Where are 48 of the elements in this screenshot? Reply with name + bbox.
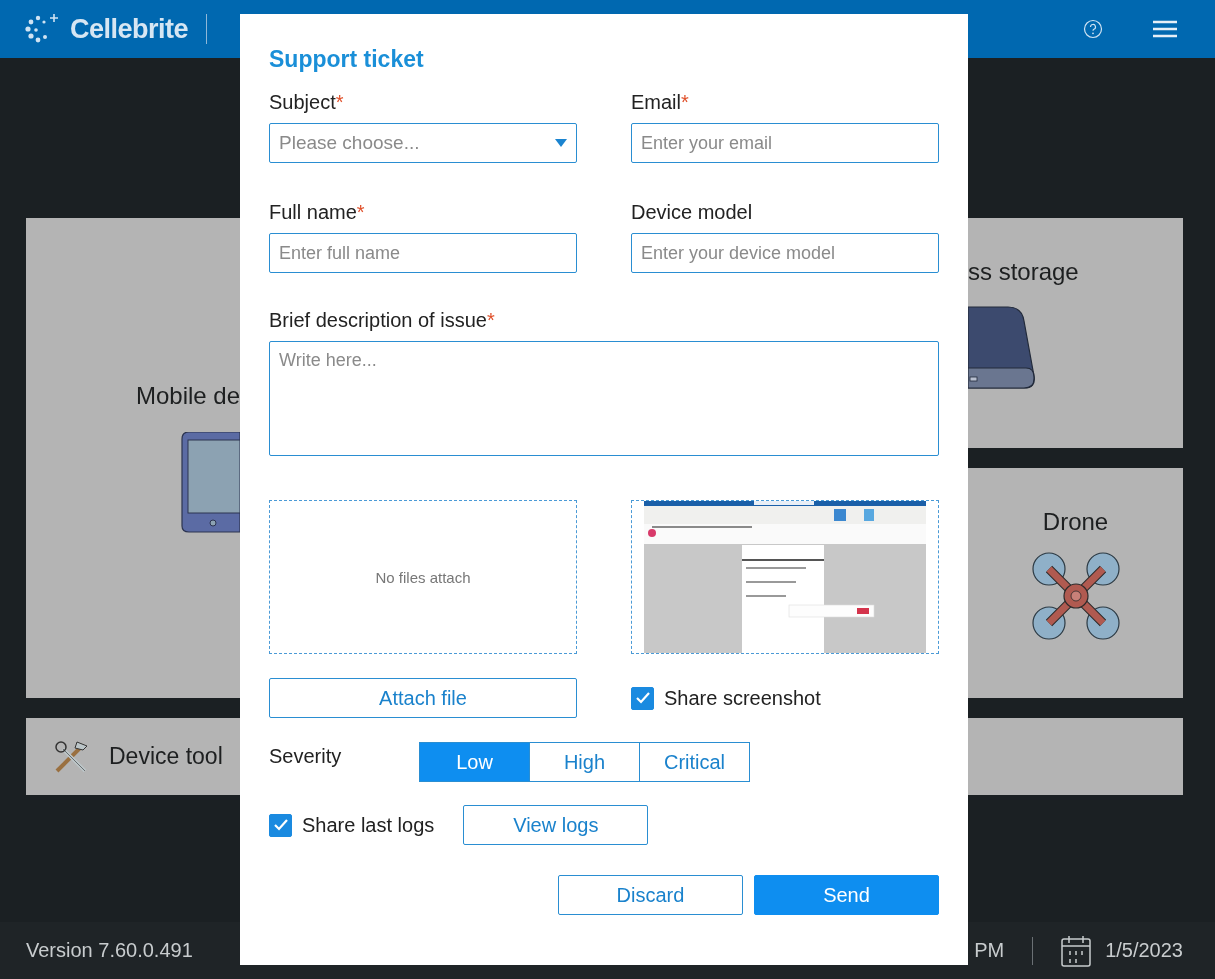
dialog-button[interactable]: Send [754,875,939,915]
menu-icon[interactable] [1153,20,1177,38]
drone-icon [1031,552,1120,640]
severity-option[interactable]: Critical [639,742,750,782]
dialog-title: Support ticket [269,46,425,74]
calendar-icon [1061,934,1092,967]
logo-icon [24,13,60,45]
severity-label: Severity [269,744,343,768]
time-label: PM [974,939,1005,962]
file-drop-zone[interactable]: No files attach [269,500,577,654]
severity-option[interactable]: High [529,742,640,782]
card-title: Mobile de [135,382,240,410]
card-title: Drone [1042,508,1109,536]
checkbox-label: Share last logs [302,813,435,837]
version-label: Version 7.60.0.491 [26,939,193,962]
device-card[interactable]: ss storage [968,218,1183,448]
dropdown-caret-icon [555,139,567,147]
field-label: Full name* [269,200,366,224]
field-label: Subject* [269,90,345,114]
device-card[interactable]: Drone [968,468,1183,698]
storage-drive-icon [968,306,1036,390]
severity-option[interactable]: Low [419,742,530,782]
tablet-icon [181,432,240,533]
card-title: ss storage [968,258,1079,286]
view-logs-button[interactable]: View logs [463,805,649,845]
date-label: 1/5/2023 [1105,939,1183,962]
brand-name: Cellebrite [70,13,189,45]
field-label: Email* [631,90,690,114]
device-card[interactable]: Mobile de [26,218,240,698]
dialog-button[interactable]: Discard [558,875,743,915]
text-field[interactable]: Enter your device model [631,233,939,273]
checkbox-label: Share screenshot [664,686,821,710]
help-icon[interactable] [1083,19,1103,39]
tools-bar[interactable]: Device tool [26,718,240,795]
attach-file-button[interactable]: Attach file [269,678,577,718]
field-label: Device model [631,200,754,224]
field-label: Brief description of issue* [269,308,496,332]
checkbox[interactable] [631,686,654,710]
checkmark-icon [634,691,651,705]
description-field[interactable]: Write here... [269,341,939,456]
text-field[interactable]: Enter full name [269,233,577,273]
checkbox[interactable] [269,813,292,837]
tools-icon [53,739,89,774]
subject-dropdown[interactable]: Please choose... [269,123,577,163]
checkmark-icon [272,818,289,832]
text-field[interactable]: Enter your email [631,123,939,163]
tools-title: Device tool [109,743,223,770]
empty-message: No files attach [375,568,471,586]
